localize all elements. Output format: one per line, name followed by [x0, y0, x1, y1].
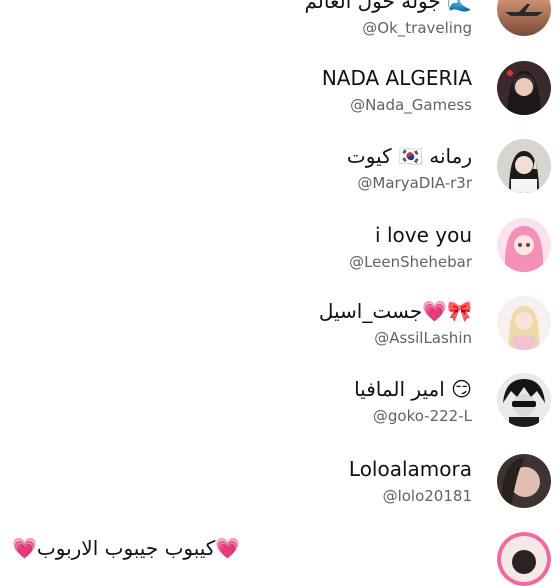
follower-row[interactable]: امير المافيا 😏 @goko-222-L [0, 373, 560, 454]
follower-name: i love you [375, 223, 472, 247]
plane-avatar[interactable] [497, 0, 551, 36]
follower-handle: @Ok_traveling [362, 19, 472, 37]
blonde-doll-avatar[interactable] [497, 296, 551, 350]
follower-row[interactable]: جولة حول العالم 🌊 @Ok_traveling [0, 0, 560, 66]
follower-row[interactable]: i love you @LeenShehebar [0, 218, 560, 300]
follower-name: جست_اسيل💗🎀 [318, 299, 472, 323]
follower-handle: @goko-222-L [372, 407, 472, 425]
follower-name: امير المافيا 😏 [354, 377, 472, 401]
follower-handle: @AssilLashin [374, 329, 472, 347]
follower-row[interactable]: NADA ALGERIA @Nada_Gamess [0, 61, 560, 143]
follower-name: NADA ALGERIA [321, 66, 472, 90]
girl-peace-sign-avatar[interactable] [497, 139, 551, 193]
follower-row[interactable]: كيوت 🇰🇷 رمانه @MaryaDIA-r3r [0, 139, 560, 221]
follower-row[interactable]: Loloalamora @lolo20181 [0, 454, 560, 534]
anime-sunglasses-avatar[interactable] [497, 373, 551, 427]
follower-name: Loloalamora [348, 457, 472, 481]
follower-row[interactable]: جست_اسيل💗🎀 @AssilLashin [0, 296, 560, 376]
pink-frame-avatar[interactable] [497, 532, 551, 586]
follower-name: جولة حول العالم 🌊 [304, 0, 472, 13]
girl-dark-hair-avatar[interactable] [497, 61, 551, 115]
pink-hair-anime-avatar[interactable] [497, 218, 551, 272]
followers-list: جولة حول العالم 🌊 @Ok_traveling NADA ALG… [0, 0, 560, 586]
follower-handle: @Nada_Gamess [350, 96, 472, 114]
follower-handle: @lolo20181 [382, 487, 472, 505]
follower-handle: @MaryaDIA-r3r [357, 174, 472, 192]
follower-handle: @LeenShehebar [349, 253, 472, 271]
follower-name: كيوت 🇰🇷 رمانه [346, 144, 472, 168]
follower-name: 💗كيبوب جيبوب الاربوب💗 [12, 536, 241, 560]
girl-face-avatar[interactable] [497, 454, 551, 508]
